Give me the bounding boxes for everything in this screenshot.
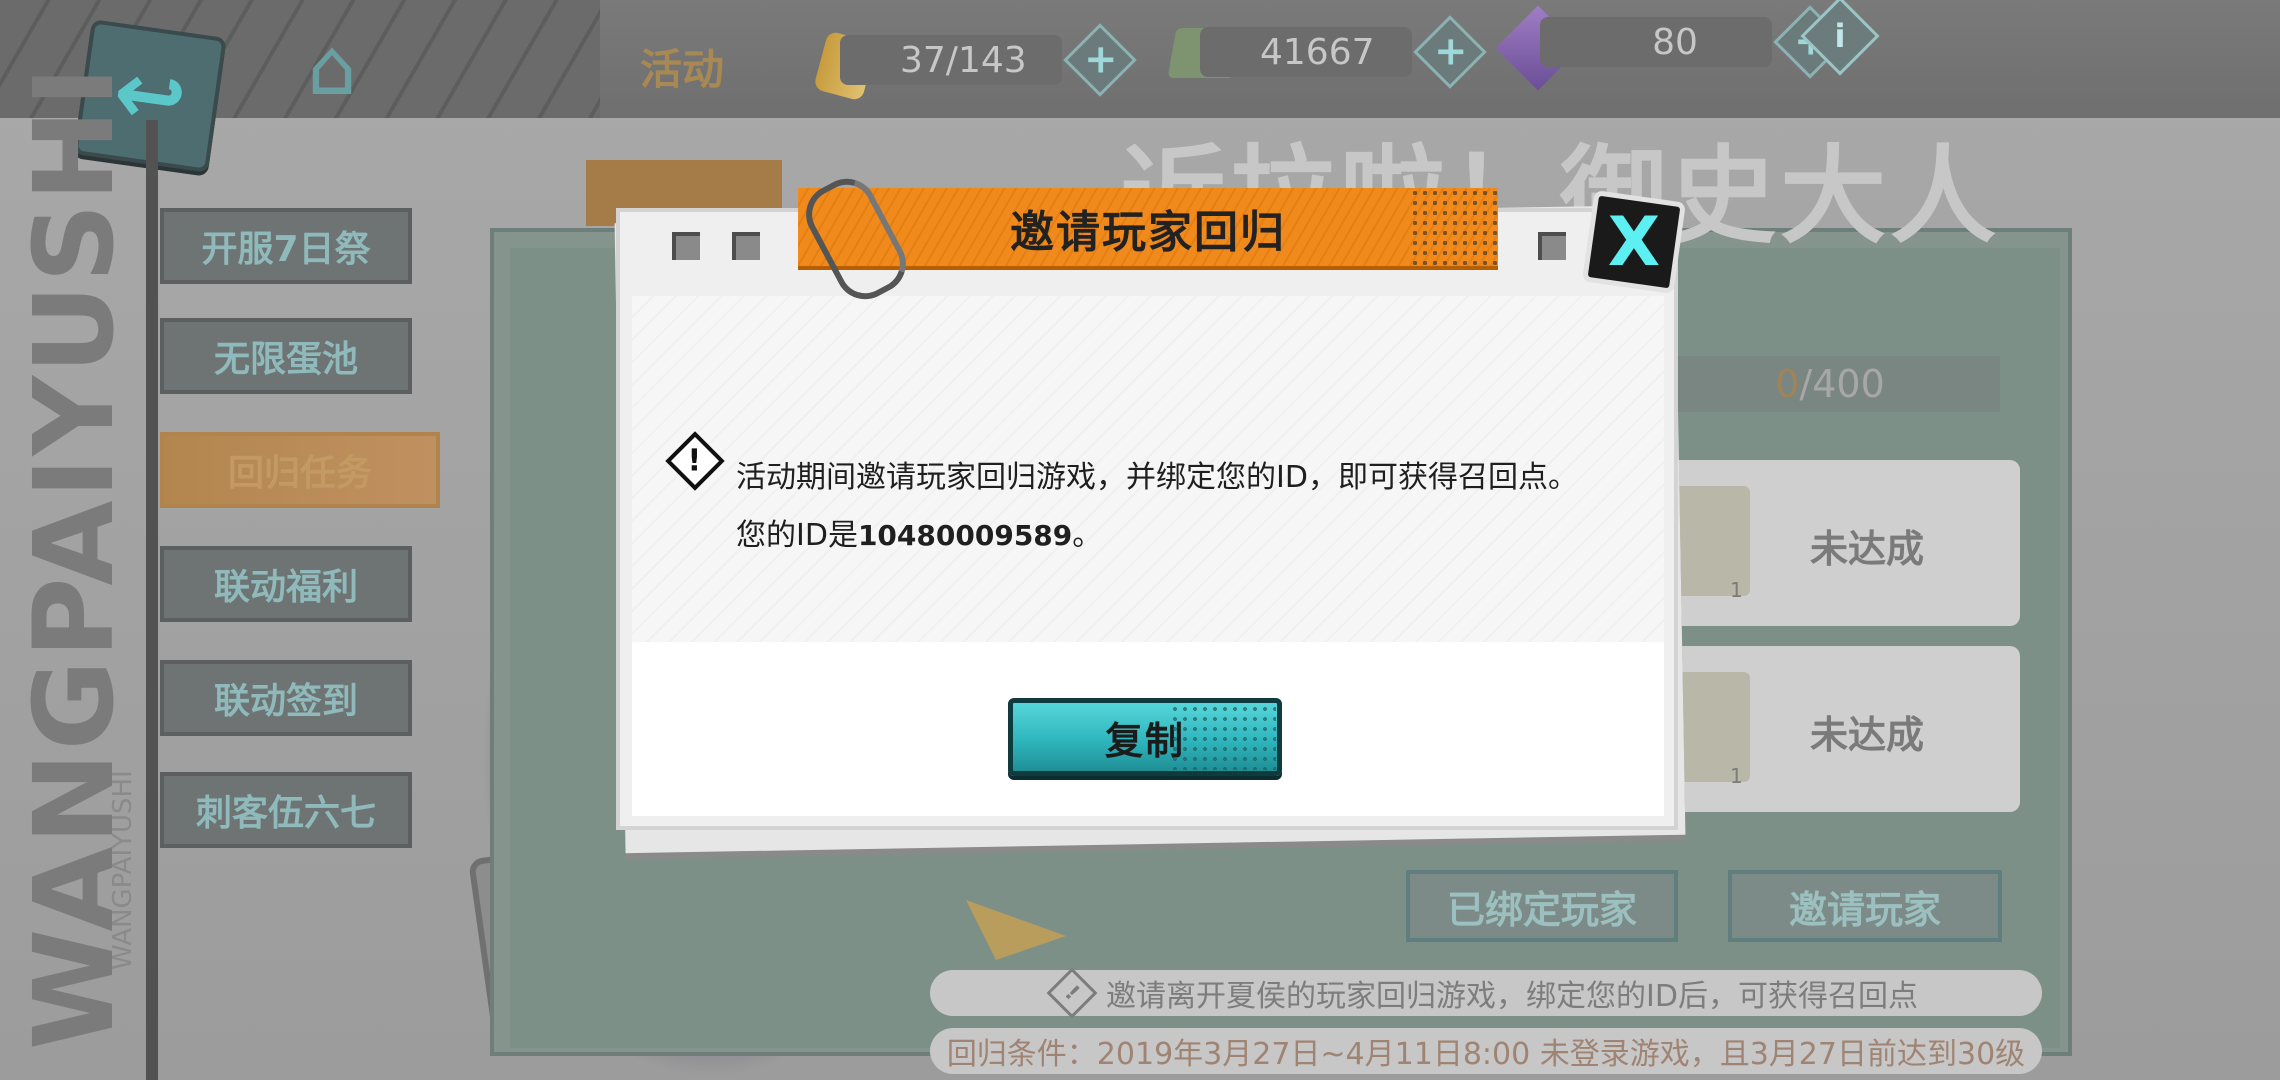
gem-counter: 80 + (1540, 5, 1847, 79)
plus-icon: + (1083, 36, 1118, 83)
sidebar-item-collab-signin[interactable]: 联动签到 (160, 660, 412, 736)
info-icon: i (1834, 17, 1846, 55)
plus-icon: + (1433, 28, 1468, 75)
invite-note: ! 邀请离开夏侯的玩家回归游戏，绑定您的ID后，可获得召回点 (930, 967, 2042, 1019)
sidebar-item-gacha[interactable]: 无限蛋池 (160, 318, 412, 394)
dialog-message: 活动期间邀请玩家回归游戏，并绑定您的ID，即可获得召回点。 (736, 460, 1578, 495)
return-points-progress: 0/400 (1660, 356, 2000, 412)
close-button[interactable]: X (1582, 190, 1686, 294)
money-value: 41667 (1200, 27, 1412, 77)
sidebar-watermark-small: WANGPAIYUSHI (108, 770, 138, 970)
window-square-decoration (1538, 232, 1566, 260)
sidebar-item-assassin[interactable]: 刺客伍六七 (160, 772, 412, 848)
close-icon: X (1607, 202, 1661, 282)
invite-note-text: 邀请离开夏侯的玩家回归游戏，绑定您的ID后，可获得召回点 (1106, 979, 1918, 1014)
page-title: 活动 (640, 45, 725, 94)
stamina-counter: 37/143 + (840, 23, 1137, 97)
stamina-value: 37/143 (840, 35, 1062, 85)
home-icon[interactable]: ⌂ (282, 28, 382, 108)
window-square-decoration (672, 232, 700, 260)
money-counter: 41667 + (1200, 15, 1487, 89)
reward-status: 未达成 (1810, 527, 1925, 571)
return-condition-note: 回归条件：2019年3月27日~4月11日8:00 未登录游戏，且3月27日前达… (930, 1028, 2042, 1074)
add-money-button[interactable]: + (1413, 15, 1487, 89)
id-suffix: 。 (1072, 518, 1103, 553)
progress-current: 0 (1775, 362, 1800, 406)
bound-players-button[interactable]: 已绑定玩家 (1406, 870, 1678, 942)
sidebar-item-7day-festival[interactable]: 开服7日祭 (160, 208, 412, 284)
warning-icon-glyph: ! (687, 443, 702, 479)
sidebar-item-collab-rewards[interactable]: 联动福利 (160, 546, 412, 622)
reward-status: 未达成 (1810, 713, 1925, 757)
sidebar-divider (146, 120, 158, 1080)
invite-players-button[interactable]: 邀请玩家 (1728, 870, 2002, 942)
reward-qty: 1 (1730, 578, 1743, 602)
dialog-id-line: 您的ID是10480009589。 (736, 510, 1102, 554)
progress-total: /400 (1799, 362, 1885, 406)
warning-icon: ! (1046, 967, 1098, 1019)
reward-qty: 1 (1730, 764, 1743, 788)
sidebar-item-return-tasks[interactable]: 回归任务 (160, 432, 440, 508)
player-id: 10480009589 (857, 519, 1073, 552)
copy-button-halftone (1170, 704, 1276, 770)
window-square-decoration (732, 232, 760, 260)
gem-value: 80 (1540, 17, 1772, 67)
add-stamina-button[interactable]: + (1063, 23, 1137, 97)
id-prefix: 您的ID是 (736, 518, 858, 553)
